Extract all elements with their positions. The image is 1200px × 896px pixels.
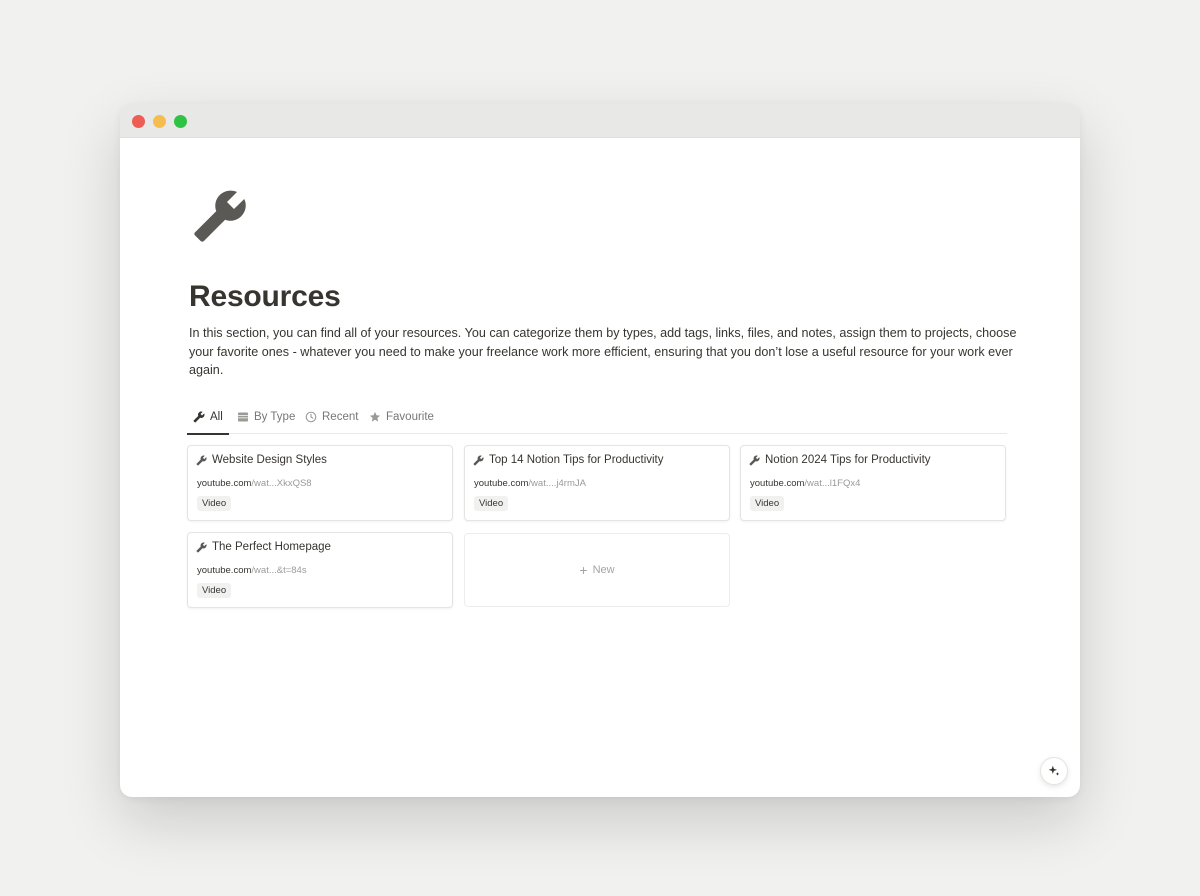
sparkle-icon	[1048, 765, 1060, 776]
page-description: In this section, you can find all of you…	[189, 326, 1017, 377]
close-window-button[interactable]	[132, 115, 145, 128]
card-title-text: Website Design Styles	[212, 454, 327, 466]
new-card-label: New	[592, 564, 615, 576]
type-tag: Video	[197, 496, 232, 511]
link-path: /wat...&t=84s	[251, 565, 307, 576]
card-title-text: Top 14 Notion Tips for Productivity	[489, 454, 664, 466]
card-title: Top 14 Notion Tips for Productivity	[473, 454, 664, 466]
card-title-text: The Perfect Homepage	[212, 541, 331, 553]
tab-all[interactable]: All	[187, 400, 229, 435]
link-domain: youtube.com	[474, 478, 529, 489]
tab-favourite[interactable]: Favourite	[363, 400, 440, 434]
view-tabs: All By Type Recent Favourite	[187, 400, 1007, 435]
type-tag: Video	[474, 496, 509, 511]
wrench-icon	[749, 455, 760, 466]
tab-by-type-label: By Type	[254, 411, 296, 423]
tab-recent-label: Recent	[322, 411, 359, 423]
wrench-icon	[196, 455, 207, 466]
tab-recent[interactable]: Recent	[299, 400, 364, 434]
star-icon	[369, 411, 381, 422]
link-path: /wat...l1FQx4	[804, 478, 861, 489]
type-tag: Video	[750, 496, 785, 511]
tab-favourite-label: Favourite	[386, 411, 434, 423]
link-domain: youtube.com	[750, 478, 805, 489]
wrench-icon	[196, 542, 207, 553]
card-link[interactable]: youtube.com/wat....j4rmJA	[474, 478, 586, 489]
tab-by-type[interactable]: By Type	[231, 400, 301, 434]
card-title: The Perfect Homepage	[196, 541, 331, 553]
resource-card[interactable]: Website Design Styles youtube.com/wat...…	[187, 445, 453, 521]
wrench-icon	[193, 411, 205, 423]
resource-card[interactable]: The Perfect Homepage youtube.com/wat...&…	[187, 532, 453, 608]
maximize-window-button[interactable]	[174, 115, 187, 128]
card-title: Notion 2024 Tips for Productivity	[749, 454, 931, 466]
app-window: Resources In this section, you can find …	[120, 104, 1080, 797]
link-path: /wat...XkxQS8	[251, 478, 312, 489]
plus-icon: +	[579, 562, 588, 578]
card-link[interactable]: youtube.com/wat...XkxQS8	[197, 478, 312, 489]
card-title-text: Notion 2024 Tips for Productivity	[765, 454, 931, 466]
wrench-icon	[473, 455, 484, 466]
page-content: Resources In this section, you can find …	[120, 138, 1080, 797]
page-title: Resources	[189, 280, 341, 313]
wrench-icon[interactable]	[192, 188, 248, 244]
card-link[interactable]: youtube.com/wat...&t=84s	[197, 565, 307, 576]
new-card-button[interactable]: + New	[464, 533, 730, 607]
tab-all-label: All	[210, 411, 223, 423]
ai-assistant-button[interactable]	[1040, 757, 1068, 785]
link-domain: youtube.com	[197, 478, 252, 489]
card-link[interactable]: youtube.com/wat...l1FQx4	[750, 478, 860, 489]
resource-card[interactable]: Notion 2024 Tips for Productivity youtub…	[740, 445, 1006, 521]
type-tag: Video	[197, 583, 232, 598]
table-icon	[238, 412, 248, 422]
link-path: /wat....j4rmJA	[528, 478, 586, 489]
resource-card[interactable]: Top 14 Notion Tips for Productivity yout…	[464, 445, 730, 521]
window-titlebar	[120, 104, 1080, 138]
link-domain: youtube.com	[197, 565, 252, 576]
clock-icon	[305, 411, 317, 423]
card-title: Website Design Styles	[196, 454, 327, 466]
minimize-window-button[interactable]	[153, 115, 166, 128]
